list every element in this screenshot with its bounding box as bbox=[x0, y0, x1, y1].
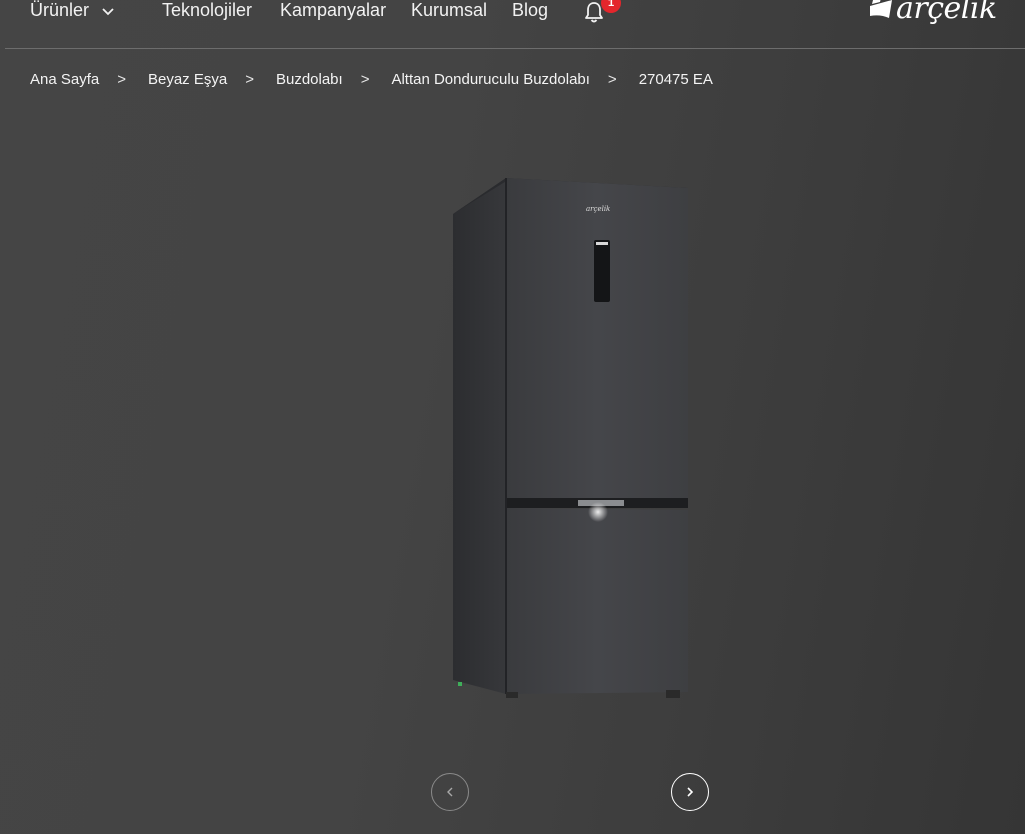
chevron-right-icon bbox=[687, 787, 694, 797]
breadcrumb-refrigerator[interactable]: Buzdolabı bbox=[276, 71, 343, 88]
header-divider bbox=[5, 48, 1025, 49]
brand-logo-mark-icon bbox=[870, 0, 892, 18]
breadcrumb: Ana Sayfa > Beyaz Eşya > Buzdolabı > Alt… bbox=[30, 71, 713, 88]
brand-logo-text: arçelik bbox=[896, 0, 997, 26]
brand-logo[interactable]: arçelik bbox=[868, 0, 997, 26]
next-image-button[interactable] bbox=[671, 773, 709, 811]
refrigerator-illustration bbox=[453, 178, 688, 698]
breadcrumb-home[interactable]: Ana Sayfa bbox=[30, 71, 99, 88]
nav-products-label: Ürünler bbox=[30, 0, 90, 20]
breadcrumb-separator: > bbox=[607, 71, 617, 88]
nav-technologies-link[interactable]: Teknolojiler bbox=[162, 0, 252, 22]
breadcrumb-separator: > bbox=[360, 71, 370, 88]
product-brand-mark: arçelik bbox=[586, 205, 611, 213]
breadcrumb-white-goods[interactable]: Beyaz Eşya bbox=[148, 71, 227, 88]
chevron-down-icon bbox=[102, 8, 114, 16]
breadcrumb-current-product: 270475 EA bbox=[638, 71, 713, 88]
nav-campaigns-link[interactable]: Kampanyalar bbox=[280, 0, 386, 22]
chevron-left-icon bbox=[447, 787, 453, 797]
nav-blog-link[interactable]: Blog bbox=[512, 0, 548, 22]
nav-corporate-link[interactable]: Kurumsal bbox=[411, 0, 487, 22]
breadcrumb-separator: > bbox=[245, 71, 254, 88]
previous-image-button[interactable] bbox=[431, 773, 469, 811]
breadcrumb-bottom-freezer[interactable]: Alttan Donduruculu Buzdolabı bbox=[391, 71, 589, 88]
product-image[interactable] bbox=[448, 176, 693, 706]
page: Ürünler Teknolojiler Kampanyalar Kurumsa… bbox=[0, 0, 1025, 834]
top-navigation: Ürünler Teknolojiler Kampanyalar Kurumsa… bbox=[0, 0, 1025, 50]
nav-products-menu[interactable]: Ürünler bbox=[30, 0, 115, 22]
breadcrumb-separator: > bbox=[117, 71, 126, 88]
